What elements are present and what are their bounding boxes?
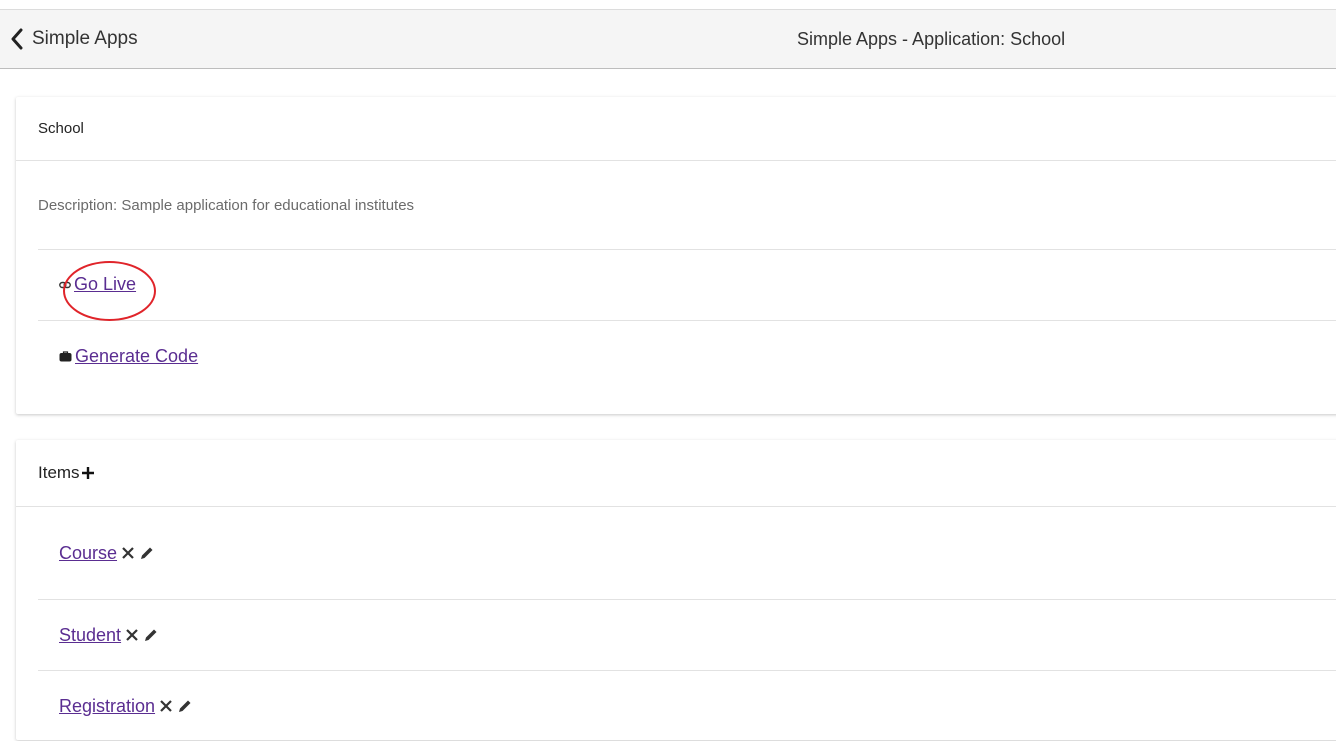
briefcase-icon bbox=[59, 350, 72, 362]
item-link-registration[interactable]: Registration bbox=[59, 696, 155, 717]
back-button-label: Simple Apps bbox=[32, 28, 138, 49]
items-card: Items Course Student Registration bbox=[16, 440, 1336, 740]
list-item: Registration bbox=[38, 671, 1336, 741]
pencil-icon[interactable] bbox=[177, 698, 193, 714]
list-item: Course bbox=[38, 507, 1336, 600]
close-icon[interactable] bbox=[159, 699, 173, 713]
items-header: Items bbox=[16, 440, 1336, 507]
item-link-student[interactable]: Student bbox=[59, 625, 121, 646]
back-button[interactable]: Simple Apps bbox=[10, 10, 138, 68]
application-description: Description: Sample application for educ… bbox=[38, 161, 1336, 250]
go-live-row: Go Live bbox=[38, 249, 1336, 321]
items-title: Items bbox=[38, 463, 80, 482]
link-icon bbox=[59, 280, 71, 290]
generate-code-link[interactable]: Generate Code bbox=[75, 346, 198, 367]
pencil-icon[interactable] bbox=[139, 545, 155, 561]
pencil-icon[interactable] bbox=[143, 627, 159, 643]
close-icon[interactable] bbox=[125, 628, 139, 642]
plus-icon[interactable] bbox=[81, 466, 95, 480]
list-item: Student bbox=[38, 600, 1336, 671]
item-link-course[interactable]: Course bbox=[59, 543, 117, 564]
close-icon[interactable] bbox=[121, 546, 135, 560]
page-title: Simple Apps - Application: School bbox=[797, 28, 1066, 49]
application-name: School bbox=[16, 97, 1336, 161]
go-live-link[interactable]: Go Live bbox=[74, 274, 136, 295]
generate-code-row: Generate Code bbox=[38, 321, 1336, 391]
application-card: School Description: Sample application f… bbox=[16, 97, 1336, 414]
top-app-bar: Simple Apps Simple Apps - Application: S… bbox=[0, 9, 1336, 69]
chevron-left-icon bbox=[11, 28, 23, 50]
